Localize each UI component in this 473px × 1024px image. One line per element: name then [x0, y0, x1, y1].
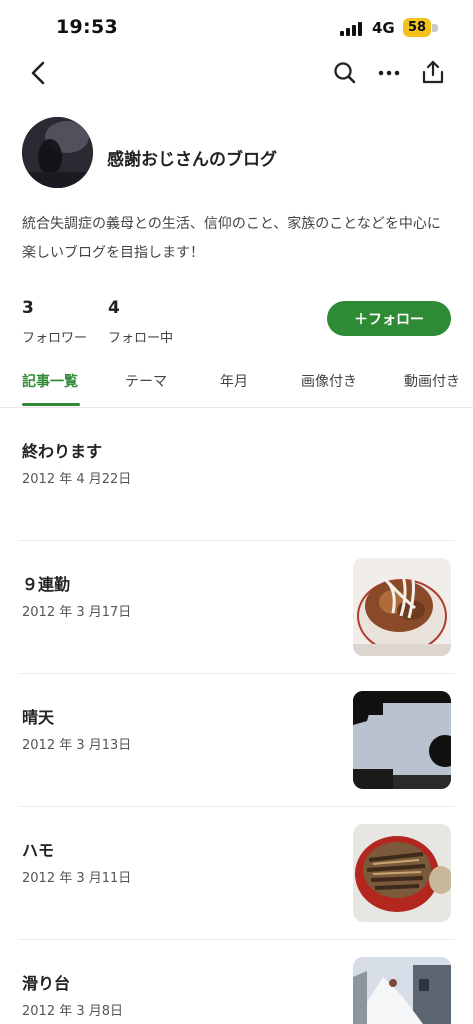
article-title[interactable]: 滑り台 [22, 970, 70, 994]
tab-divider [0, 407, 473, 408]
article-divider [18, 673, 455, 674]
follow-button[interactable]: ＋フォロー [327, 301, 451, 336]
article-date: 2012 年 3 月11日 [22, 871, 132, 886]
search-icon[interactable] [332, 60, 358, 86]
article-title[interactable]: 晴天 [22, 704, 54, 728]
article-thumbnail[interactable] [353, 691, 451, 789]
blog-description: 統合失調症の義母との生活、信仰のこと、家族のことなどを中心に楽しいブログを目指し… [22, 216, 441, 261]
tab-articles[interactable]: 記事一覧 [22, 371, 78, 391]
signal-icon [340, 20, 364, 36]
article-date: 2012 年 3 月13日 [22, 738, 132, 753]
following-count[interactable]: 4 [108, 298, 120, 318]
article-date: 2012 年 3 月17日 [22, 605, 132, 620]
blog-title: 感謝おじさんのブログ [107, 150, 277, 170]
following-label[interactable]: フォロー中 [108, 327, 173, 346]
tab-with-videos[interactable]: 動画付き [404, 371, 460, 391]
article-title[interactable]: 終わります [22, 438, 102, 462]
article-divider [18, 540, 455, 541]
followers-label[interactable]: フォロワー [22, 327, 87, 346]
tab-themes[interactable]: テーマ [125, 371, 167, 391]
more-icon[interactable] [376, 60, 402, 86]
followers-count[interactable]: 3 [22, 298, 34, 318]
tab-active-indicator [22, 403, 80, 406]
article-date: 2012 年 4 月22日 [22, 472, 132, 487]
article-thumbnail[interactable] [353, 957, 451, 1024]
article-title[interactable]: ハモ [22, 837, 54, 861]
status-time: 19:53 [56, 16, 118, 38]
network-label: 4G [372, 19, 395, 37]
tab-with-images[interactable]: 画像付き [301, 371, 357, 391]
article-thumbnail[interactable] [353, 558, 451, 656]
article-date: 2012 年 3 月8日 [22, 1004, 124, 1019]
tab-year-month[interactable]: 年月 [220, 371, 248, 391]
chevron-left-icon[interactable] [26, 60, 52, 86]
article-thumbnail[interactable] [353, 824, 451, 922]
battery-level: 58 [403, 18, 431, 37]
share-icon[interactable] [420, 59, 446, 85]
article-title[interactable]: ９連勤 [22, 571, 70, 595]
avatar[interactable] [22, 117, 93, 188]
article-divider [18, 806, 455, 807]
battery-icon [432, 24, 438, 32]
article-divider [18, 939, 455, 940]
